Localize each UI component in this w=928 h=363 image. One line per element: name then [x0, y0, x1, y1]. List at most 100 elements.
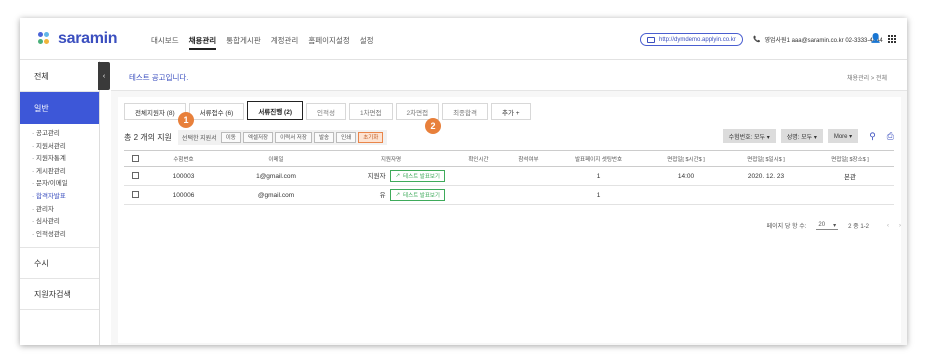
view-announcement-label: 테스트 발표보기: [403, 174, 440, 181]
print-icon[interactable]: ⎙: [887, 131, 894, 142]
sidebar-item-general[interactable]: 일반: [20, 92, 99, 124]
row-checkbox[interactable]: [131, 191, 139, 199]
tab-doc-progress[interactable]: 서류진행 (2): [247, 101, 303, 120]
row-checkbox[interactable]: [131, 172, 139, 180]
sidebar-sub-review[interactable]: · 심사관리: [32, 216, 99, 229]
pagination: 페이지 당 항 수: 20 ▾ 2 중 1-2 ‹ ›: [767, 221, 901, 231]
add-stage-button[interactable]: 추가 +: [491, 103, 531, 120]
apps-grid-icon[interactable]: [888, 34, 897, 43]
monitor-icon: [647, 36, 655, 43]
sidebar-sub-aptitude[interactable]: · 인적성관리: [32, 229, 99, 242]
prev-page-icon[interactable]: ‹: [887, 223, 889, 229]
cell-exam-number: 100006: [146, 185, 221, 205]
nav-dashboard[interactable]: 대시보드: [151, 35, 179, 50]
reset-button[interactable]: 초기화: [358, 131, 384, 143]
tab-final-pass[interactable]: 최종합격: [442, 103, 488, 120]
phone-icon: 📞: [753, 37, 761, 43]
cell-interview-time: 14:00: [646, 166, 726, 186]
table-row[interactable]: 100006 @gmail.com 유 ↗ 테스트 발표보기 1: [124, 185, 894, 205]
sidebar-sub-announcement[interactable]: · 합격자발표: [32, 191, 99, 204]
sidebar-sub-admins[interactable]: · 관리자: [32, 204, 99, 217]
sidebar-sub-stats[interactable]: · 지원자통계: [32, 153, 99, 166]
cell-email: @gmail.com: [221, 185, 331, 205]
tab-aptitude[interactable]: 인적성: [306, 103, 346, 120]
top-nav: 대시보드 채용관리 통합게시판 계정관리 홈페이지설정 설정: [151, 35, 374, 50]
sidebar: 전체 일반 · 공고관리 · 지원서관리 · 지원자통계 · 게시판관리 · 문…: [20, 61, 100, 345]
send-button[interactable]: 발송: [313, 131, 335, 143]
cell-interview-place: [806, 185, 894, 205]
tab-doc-received[interactable]: 서류접수 (6): [188, 103, 245, 120]
cell-attendance: [506, 185, 551, 205]
nav-recruitment[interactable]: 채용관리: [188, 35, 217, 50]
sidebar-collapse-button[interactable]: ‹: [98, 62, 110, 90]
external-link-icon: ↗: [395, 192, 401, 199]
contact-text: 영업사원1 aaa@saramin.co.kr 02-3333-4444: [764, 38, 883, 44]
sidebar-item-applicant-search[interactable]: 지원자검색: [20, 279, 99, 311]
site-url-button[interactable]: http://dymdemo.applyin.co.kr: [640, 33, 743, 46]
page-title: 테스트 공고입니다.: [129, 73, 189, 82]
app-window: saramin 대시보드 채용관리 통합게시판 계정관리 홈페이지설정 설정 h…: [20, 18, 907, 345]
logo[interactable]: saramin: [38, 30, 118, 48]
callout-badge-2: 2: [425, 118, 441, 134]
external-link-icon: ↗: [395, 173, 401, 180]
breadcrumb: 채용관리 > 전체: [847, 76, 887, 82]
col-page-number: 발표페이지 셋팅번호: [551, 150, 646, 167]
top-header: saramin 대시보드 채용관리 통합게시판 계정관리 홈페이지설정 설정 h…: [20, 18, 907, 60]
callout-badge-1: 1: [178, 112, 194, 128]
next-page-icon[interactable]: ›: [899, 223, 901, 229]
search-icon[interactable]: ⚲: [869, 131, 876, 142]
cell-page-number: 1: [551, 166, 646, 186]
print-button[interactable]: 인쇄: [336, 131, 357, 143]
applicant-card: 전체지원자 (8) 서류접수 (6) 서류진행 (2) 인적성 1차면접 2차면…: [118, 97, 901, 343]
cell-interview-date: 2020. 12. 23: [726, 166, 806, 186]
view-announcement-button[interactable]: ↗ 테스트 발표보기: [390, 170, 445, 183]
sidebar-sub-applications[interactable]: · 지원서관리: [32, 141, 99, 154]
selected-actions: 선택한 지원서 이동 엑셀저장 이력서 저장 발송 인쇄 초기화: [177, 129, 388, 145]
resume-save-button[interactable]: 이력서 저장: [275, 131, 312, 143]
nav-account[interactable]: 계정관리: [271, 35, 299, 50]
name-filter[interactable]: 성명: 모두 ▾: [780, 129, 823, 143]
logo-text: saramin: [58, 30, 118, 47]
cell-name: 지원자: [367, 172, 386, 180]
cell-exam-number: 100003: [146, 166, 221, 186]
page-size-select[interactable]: 20 ▾: [816, 221, 839, 230]
nav-settings[interactable]: 설정: [360, 35, 374, 50]
caret-down-icon: ▾: [833, 222, 837, 229]
logo-icon: [38, 32, 54, 46]
move-button[interactable]: 이동: [220, 131, 241, 143]
main-content: 테스트 공고입니다. 채용관리 > 전체 전체지원자 (8) 서류접수 (6) …: [111, 61, 907, 345]
user-icon[interactable]: 👤: [870, 33, 881, 44]
more-dropdown[interactable]: More ▾: [827, 129, 859, 143]
cell-email: 1@gmail.com: [221, 166, 331, 186]
col-email: 이메일: [221, 150, 331, 167]
col-exam-number: 수험번호: [146, 150, 221, 167]
nav-homepage-settings[interactable]: 홈페이지설정: [308, 35, 349, 50]
cell-attendance: [506, 166, 551, 186]
sidebar-sub-jobs[interactable]: · 공고관리: [32, 128, 99, 141]
cell-interview-time: [646, 185, 726, 205]
sidebar-sub-board[interactable]: · 게시판관리: [32, 166, 99, 179]
col-name: 지원자명: [331, 150, 451, 167]
title-bar: 테스트 공고입니다. 채용관리 > 전체: [111, 61, 907, 91]
nav-board[interactable]: 통합게시판: [226, 35, 261, 50]
sidebar-submenu: · 공고관리 · 지원서관리 · 지원자통계 · 게시판관리 · 문자/이메일 …: [20, 124, 99, 249]
select-all-checkbox[interactable]: [131, 155, 139, 162]
cell-confirm-time: [451, 166, 506, 186]
contact-info: 📞 영업사원1 aaa@saramin.co.kr 02-3333-4444: [753, 35, 883, 44]
tab-interview-1[interactable]: 1차면접: [348, 103, 393, 120]
exam-number-filter[interactable]: 수험번호: 모두 ▾: [722, 129, 776, 143]
sidebar-item-anytime[interactable]: 수시: [20, 248, 99, 280]
sidebar-item-all[interactable]: 전체: [20, 61, 99, 92]
tab-all-applicants[interactable]: 전체지원자 (8): [124, 103, 186, 120]
page-size-value: 20: [818, 221, 826, 228]
col-interview-place: 면접일[ $장소$ ]: [806, 150, 894, 167]
sidebar-sub-sms-email[interactable]: · 문자/이메일: [32, 178, 99, 191]
view-announcement-button[interactable]: ↗ 테스트 발표보기: [390, 189, 445, 202]
excel-save-button[interactable]: 엑셀저장: [242, 131, 274, 143]
view-announcement-label: 테스트 발표보기: [403, 193, 440, 200]
chevron-left-icon: ‹: [102, 72, 106, 80]
col-attendance: 참석여부: [506, 150, 551, 167]
table-row[interactable]: 100003 1@gmail.com 지원자 ↗ 테스트 발표보기 1 14:0…: [124, 166, 894, 186]
cell-interview-date: [726, 185, 806, 205]
cell-interview-place: 본관: [806, 166, 894, 186]
